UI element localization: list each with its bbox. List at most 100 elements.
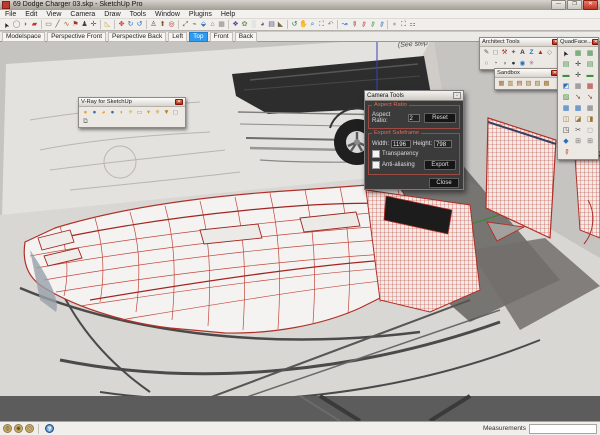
- selection-shrink-icon[interactable]: ⚏: [408, 20, 417, 30]
- arch-pie-icon[interactable]: ◔: [491, 59, 500, 68]
- architect-tools-titlebar[interactable]: Architect Tools ✕: [480, 38, 562, 47]
- qf-connect-icon[interactable]: ◩: [560, 81, 572, 92]
- separator[interactable]: [100, 20, 101, 29]
- walk-tool-icon[interactable]: ♙: [149, 20, 158, 30]
- scene-tab[interactable]: Modelspace: [2, 32, 45, 42]
- arch-half-icon[interactable]: ◑: [500, 59, 509, 68]
- disabled-tool-icon[interactable]: ●: [390, 20, 399, 30]
- separator[interactable]: [41, 20, 42, 29]
- separator[interactable]: [146, 20, 147, 29]
- height-input[interactable]: 798: [434, 140, 452, 148]
- menu-item[interactable]: View: [46, 10, 61, 19]
- menu-item[interactable]: Draw: [104, 10, 120, 19]
- claim-status-icon[interactable]: ◎: [25, 424, 34, 433]
- minimize-button[interactable]: —: [551, 0, 566, 10]
- components-icon[interactable]: ❖: [231, 20, 240, 30]
- scene-tab[interactable]: Perspective Front: [47, 32, 106, 42]
- qf-grid-b-icon[interactable]: ⊞: [584, 136, 596, 147]
- maximize-button[interactable]: ❐: [567, 0, 582, 10]
- qf-shrink-icon[interactable]: ✛: [572, 70, 584, 81]
- qf-convert-icon[interactable]: ▦: [584, 103, 596, 114]
- vray-options-icon[interactable]: ●: [90, 108, 99, 117]
- layers-icon[interactable]: ▤: [267, 20, 276, 30]
- sandbox-titlebar[interactable]: Sandbox ✕: [495, 69, 561, 78]
- soften-edges-icon[interactable]: ◕: [258, 20, 267, 30]
- unfold-icon[interactable]: ◣: [276, 20, 285, 30]
- arch-triangle-icon[interactable]: ▲: [536, 48, 545, 57]
- measurements-input[interactable]: [529, 424, 597, 434]
- camera-tools-titlebar[interactable]: Camera Tools ▫: [365, 91, 463, 101]
- qf-grid2-icon[interactable]: ▦: [584, 48, 596, 59]
- qf-grow-icon[interactable]: ✛: [572, 59, 584, 70]
- arch-drop-icon[interactable]: ◉: [518, 59, 527, 68]
- arch-diamond-icon[interactable]: ◇: [545, 48, 554, 57]
- vray-sphere-icon[interactable]: ●: [108, 108, 117, 117]
- zoom-tool-icon[interactable]: ⌕: [308, 20, 317, 30]
- sandbox-smoove-icon[interactable]: ▤: [515, 79, 524, 88]
- paint-bucket-icon[interactable]: ◗: [21, 20, 30, 30]
- quadface-close-icon[interactable]: ✕: [592, 39, 598, 45]
- offset-tool-icon[interactable]: ◎: [167, 20, 176, 30]
- qf-blank[interactable]: [584, 147, 596, 158]
- arch-erase-icon[interactable]: ◻: [491, 48, 500, 57]
- help-icon[interactable]: ?: [45, 424, 54, 433]
- arch-asterisk-icon[interactable]: ✳: [527, 59, 536, 68]
- flag-tool-icon[interactable]: ⚑: [71, 20, 80, 30]
- push-pull-icon[interactable]: ⬆: [158, 20, 167, 30]
- export-button[interactable]: Export: [424, 160, 456, 170]
- menu-item[interactable]: Edit: [25, 10, 37, 19]
- selection-grow-icon[interactable]: ⛶: [399, 20, 408, 30]
- vray-ies-light-icon[interactable]: ▾: [144, 108, 153, 117]
- qf-paste-uv-icon[interactable]: ◻: [584, 125, 596, 136]
- qf-remove-loop-icon[interactable]: ▦: [584, 81, 596, 92]
- move-tool-icon[interactable]: ✥: [117, 20, 126, 30]
- tape-measure-icon[interactable]: ⌁: [190, 20, 199, 30]
- rotate-copy-icon[interactable]: ↺: [135, 20, 144, 30]
- sandbox-stamp-icon[interactable]: ▨: [524, 79, 533, 88]
- qf-grid1-icon[interactable]: ▦: [572, 48, 584, 59]
- qf-uv-tube-icon[interactable]: ◪: [572, 114, 584, 125]
- sandbox-from-contours-icon[interactable]: ▦: [497, 79, 506, 88]
- scene-tab[interactable]: Perspective Back: [108, 32, 166, 42]
- texture-tool-icon[interactable]: ▦: [217, 20, 226, 30]
- lasso-icon[interactable]: ◯: [12, 20, 21, 30]
- vray-sun-icon[interactable]: ☀: [126, 108, 135, 117]
- qf-quadrangulate-icon[interactable]: ▦: [560, 103, 572, 114]
- eraser-icon[interactable]: ▰: [30, 20, 39, 30]
- axes-tool-icon[interactable]: ✛: [89, 20, 98, 30]
- vray-toolbar-titlebar[interactable]: V-Ray for SketchUp ✕: [79, 98, 185, 107]
- separator[interactable]: [337, 20, 338, 29]
- geolocation-status-icon[interactable]: ◍: [3, 424, 12, 433]
- qf-uv-plane-icon[interactable]: ◨: [584, 114, 596, 125]
- qf-grid-a-icon[interactable]: ⊞: [572, 136, 584, 147]
- pencil-blue-icon[interactable]: ✎: [374, 18, 387, 31]
- fog-icon[interactable]: ░: [249, 20, 258, 30]
- credits-status-icon[interactable]: ◉: [14, 424, 23, 433]
- arch-star-icon[interactable]: ✦: [509, 48, 518, 57]
- sandbox-from-scratch-icon[interactable]: ▥: [506, 79, 515, 88]
- qf-arrow2-icon[interactable]: ➘: [584, 92, 596, 103]
- separator[interactable]: [228, 20, 229, 29]
- vray-rect-light-icon[interactable]: ▭: [135, 108, 144, 117]
- line-tool-icon[interactable]: ╱: [53, 20, 62, 30]
- vray-omni-light-icon[interactable]: ✳: [153, 108, 162, 117]
- vray-close-icon[interactable]: ✕: [175, 99, 183, 105]
- qf-ring-icon[interactable]: ▤: [584, 59, 596, 70]
- menu-item[interactable]: Window: [155, 10, 180, 19]
- scene-tab[interactable]: Back: [235, 32, 257, 42]
- sandbox-drape-icon[interactable]: ▧: [533, 79, 542, 88]
- rotate-tool-icon[interactable]: ↻: [126, 20, 135, 30]
- qf-triangulate-icon[interactable]: ▦: [572, 103, 584, 114]
- qf-uv-box-icon[interactable]: ◫: [560, 114, 572, 125]
- width-input[interactable]: 1196: [391, 140, 411, 148]
- menu-item[interactable]: Camera: [70, 10, 95, 19]
- arch-pencil-icon[interactable]: ✎: [482, 48, 491, 57]
- quadface-titlebar[interactable]: QuadFace... ✕: [558, 38, 598, 47]
- scene-tab[interactable]: Top: [189, 32, 207, 42]
- qf-insert-loop-icon[interactable]: ▦: [572, 81, 584, 92]
- rectangle-tool-icon[interactable]: ▭: [44, 20, 53, 30]
- qf-unwrap-icon[interactable]: ◳: [560, 125, 572, 136]
- camera-tools-close-icon[interactable]: ▫: [453, 92, 461, 99]
- qf-edge-icon[interactable]: ▬: [560, 70, 572, 81]
- qf-edge2-icon[interactable]: ▬: [584, 70, 596, 81]
